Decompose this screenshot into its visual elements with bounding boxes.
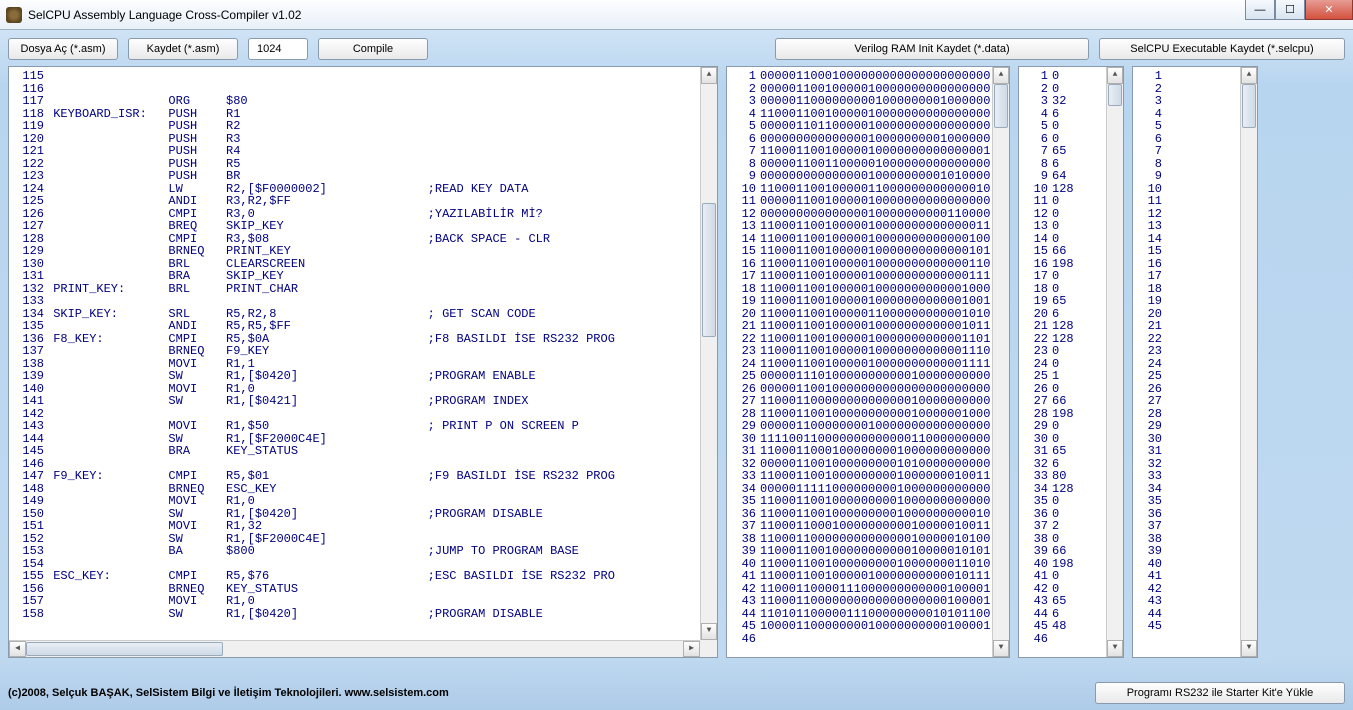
binary-code[interactable]: 1000001100010000000000000000000002000001… — [728, 68, 992, 656]
selcpu-exec-save-button[interactable]: SelCPU Executable Kaydet (*.selcpu) — [1099, 38, 1345, 60]
scroll-down-icon[interactable]: ▼ — [1107, 640, 1123, 657]
copyright-text: (c)2008, Selçuk BAŞAK, SelSistem Bilgi v… — [8, 687, 449, 699]
scroll-right-icon[interactable]: ▶ — [683, 641, 700, 657]
compile-button[interactable]: Compile — [318, 38, 428, 60]
scroll-down-icon[interactable]: ▼ — [993, 640, 1009, 657]
toolbar: Dosya Aç (*.asm) Kaydet (*.asm) Compile … — [8, 38, 1345, 60]
scroll-up-icon[interactable]: ▲ — [1107, 67, 1123, 84]
scroll-down-icon[interactable]: ▼ — [1241, 640, 1257, 657]
minimize-button[interactable]: — — [1245, 0, 1275, 20]
close-button[interactable]: ✕ — [1305, 0, 1353, 20]
scroll-down-icon[interactable]: ▼ — [701, 623, 717, 640]
window-title: SelCPU Assembly Language Cross-Compiler … — [28, 8, 301, 22]
assembly-panel: 115 116 117 ORG $80118 KEYBOARD_ISR: PUS… — [8, 66, 718, 658]
window-controls: — ☐ ✕ — [1245, 0, 1353, 20]
assembly-code[interactable]: 115 116 117 ORG $80118 KEYBOARD_ISR: PUS… — [10, 68, 700, 640]
index-scrollbar-v[interactable]: ▲ ▼ — [1240, 67, 1257, 657]
bytes-scrollbar-v[interactable]: ▲ ▼ — [1106, 67, 1123, 657]
index-panel: 1234567891011121314151617181920212223242… — [1132, 66, 1258, 658]
verilog-ram-save-button[interactable]: Verilog RAM Init Kaydet (*.data) — [775, 38, 1089, 60]
binary-panel: 1000001100010000000000000000000002000001… — [726, 66, 1010, 658]
asm-scrollbar-h[interactable]: ◀ ▶ — [9, 640, 700, 657]
titlebar: SelCPU Assembly Language Cross-Compiler … — [0, 0, 1353, 30]
scroll-up-icon[interactable]: ▲ — [701, 67, 717, 84]
maximize-button[interactable]: ☐ — [1275, 0, 1305, 20]
open-file-button[interactable]: Dosya Aç (*.asm) — [8, 38, 118, 60]
scroll-corner — [700, 640, 717, 657]
bytes-list[interactable]: 1020332465060765869641012811012013014015… — [1020, 68, 1106, 656]
asm-scrollbar-v[interactable]: ▲ ▼ — [700, 67, 717, 640]
scroll-left-icon[interactable]: ◀ — [9, 641, 26, 657]
upload-rs232-button[interactable]: Programı RS232 ile Starter Kit'e Yükle — [1095, 682, 1345, 704]
bin-scrollbar-v[interactable]: ▲ ▼ — [992, 67, 1009, 657]
scroll-up-icon[interactable]: ▲ — [1241, 67, 1257, 84]
scroll-up-icon[interactable]: ▲ — [993, 67, 1009, 84]
panels: 115 116 117 ORG $80118 KEYBOARD_ISR: PUS… — [8, 66, 1345, 658]
footer: (c)2008, Selçuk BAŞAK, SelSistem Bilgi v… — [8, 682, 1345, 704]
index-list[interactable]: 1234567891011121314151617181920212223242… — [1134, 68, 1240, 656]
app-icon — [6, 7, 22, 23]
bytes-panel: 1020332465060765869641012811012013014015… — [1018, 66, 1124, 658]
save-file-button[interactable]: Kaydet (*.asm) — [128, 38, 238, 60]
size-input[interactable] — [248, 38, 308, 60]
app-body: Dosya Aç (*.asm) Kaydet (*.asm) Compile … — [0, 30, 1353, 710]
